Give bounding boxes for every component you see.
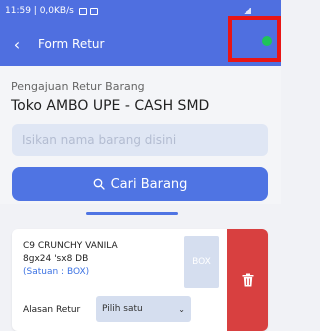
return-item-card: C9 CRUNCHY VANILA 8gx24 'sx8 DB (Satuan …: [12, 229, 268, 331]
store-name: Toko AMBO UPE - CASH SMD: [11, 98, 210, 114]
search-icon: [93, 178, 105, 190]
search-button[interactable]: Cari Barang: [12, 167, 268, 201]
image-icon: [89, 7, 98, 15]
back-button[interactable]: ‹: [0, 22, 34, 66]
back-arrow-icon: ‹: [13, 34, 21, 54]
reason-selected-value: Pilih satu: [102, 304, 143, 314]
status-icons: [78, 7, 98, 15]
form-subtitle: Pengajuan Retur Barang: [11, 80, 145, 93]
status-indicator[interactable]: [262, 36, 272, 46]
form-retur-screen: 11:59 | 0,0KB/s ‹ Form Retur Pengajuan R…: [0, 0, 281, 331]
notification-icon: [78, 7, 87, 15]
search-input[interactable]: [12, 124, 268, 156]
quantity-input[interactable]: [184, 236, 219, 288]
item-unit: (Satuan : BOX): [23, 267, 90, 277]
highlight-box: [228, 16, 281, 62]
delete-button[interactable]: [227, 229, 268, 331]
section-divider: [86, 212, 178, 215]
trash-icon: [242, 273, 253, 287]
signal-icon: [243, 8, 251, 14]
status-text: 11:59 | 0,0KB/s: [5, 6, 74, 16]
reason-select[interactable]: Pilih satu ⌄: [96, 296, 191, 322]
chevron-down-icon: ⌄: [178, 304, 185, 314]
item-name: C9 CRUNCHY VANILA: [23, 241, 118, 251]
reason-label: Alasan Retur: [23, 305, 81, 315]
search-button-label: Cari Barang: [110, 176, 188, 192]
page-title: Form Retur: [38, 37, 105, 51]
item-pack-size: 8gx24 'sx8 DB: [23, 254, 89, 264]
